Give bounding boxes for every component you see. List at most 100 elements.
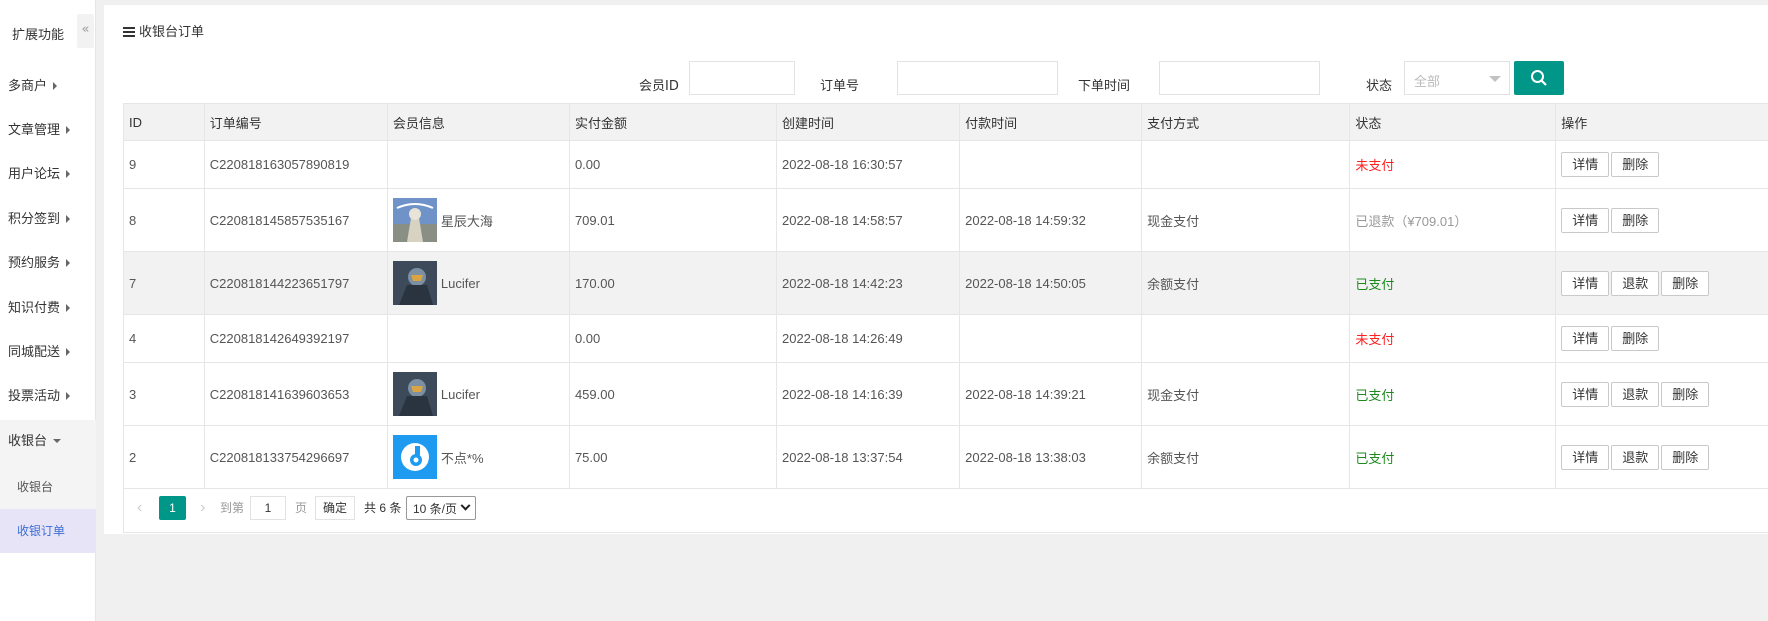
refund-button[interactable]: 退款 <box>1611 270 1660 296</box>
cell-actions: 详情 退款 删除 <box>1555 425 1768 489</box>
detail-button[interactable]: 详情 <box>1561 207 1610 233</box>
search-button[interactable] <box>1514 61 1564 95</box>
cell-id: 8 <box>123 188 205 252</box>
status-badge: 已支付 <box>1355 387 1395 403</box>
cell-created: 2022-08-18 14:26:49 <box>775 314 961 363</box>
sidebar-item-points-checkin[interactable]: 积分签到 <box>0 198 96 242</box>
delete-button[interactable]: 删除 <box>1611 326 1660 351</box>
cell-id: 3 <box>123 362 205 426</box>
prev-page-icon[interactable]: ‹ <box>137 496 142 520</box>
cell-order-no: C220818144223651797 <box>203 251 388 315</box>
cell-pay-method: 余额支付 <box>1141 425 1351 489</box>
detail-button[interactable]: 详情 <box>1561 270 1610 296</box>
cell-pay-method: 现金支付 <box>1141 362 1351 426</box>
cell-status: 已退款（¥709.01） <box>1349 188 1557 252</box>
next-page-icon[interactable]: › <box>200 496 205 520</box>
refund-button[interactable]: 退款 <box>1611 444 1660 470</box>
cell-actions: 详情 退款 删除 <box>1555 251 1768 315</box>
cell-created: 2022-08-18 13:37:54 <box>775 425 961 489</box>
table-row: 2 C220818133754296697 不点*% 75.00 2022-08… <box>123 425 1768 489</box>
table-row: 9 C220818163057890819 0.00 2022-08-18 16… <box>123 140 1768 189</box>
collapse-sidebar-icon[interactable]: « <box>77 14 94 48</box>
sidebar-item-voting[interactable]: 投票活动 <box>0 375 96 419</box>
cell-created: 2022-08-18 14:16:39 <box>775 362 961 426</box>
header-id: ID <box>123 103 205 141</box>
cell-order-no: C220818142649392197 <box>203 314 388 363</box>
cell-amount: 0.00 <box>568 314 777 363</box>
sidebar-item-paid-knowledge[interactable]: 知识付费 <box>0 287 96 331</box>
current-page[interactable]: 1 <box>159 496 186 520</box>
search-icon <box>1531 70 1547 86</box>
avatar <box>392 261 437 305</box>
cell-status: 未支付 <box>1349 140 1557 189</box>
sidebar-item-booking[interactable]: 预约服务 <box>0 242 96 286</box>
delete-button[interactable]: 删除 <box>1661 270 1710 296</box>
pagination: ‹ 1 › 到第 页 确定 共 6 条 10 条/页 <box>123 488 1768 533</box>
sidebar-item-multi-merchant[interactable]: 多商户 <box>0 65 96 109</box>
header-order-no: 订单编号 <box>203 103 388 141</box>
order-no-input[interactable] <box>897 61 1058 95</box>
page-label: 页 <box>295 501 308 515</box>
cell-created: 2022-08-18 16:30:57 <box>775 140 961 189</box>
cell-amount: 709.01 <box>568 188 777 252</box>
status-label: 状态 <box>1366 79 1393 94</box>
sidebar-group-cashier: 收银台 收银台 收银订单 <box>0 420 96 553</box>
delete-button[interactable]: 删除 <box>1611 207 1660 233</box>
sidebar-item-local-delivery[interactable]: 同城配送 <box>0 331 96 375</box>
order-time-label: 下单时间 <box>1078 79 1131 94</box>
caret-right-icon <box>66 392 71 400</box>
delete-button[interactable]: 删除 <box>1661 444 1710 470</box>
cell-actions: 详情 删除 <box>1555 188 1768 252</box>
sidebar-item-label: 用户论坛 <box>8 167 61 182</box>
delete-button[interactable]: 删除 <box>1611 152 1660 177</box>
cell-member <box>386 314 570 363</box>
sidebar-item-articles[interactable]: 文章管理 <box>0 109 96 153</box>
sidebar-item-label: 积分签到 <box>8 212 61 227</box>
status-select-value: 全部 <box>1414 75 1441 90</box>
detail-button[interactable]: 详情 <box>1561 152 1610 177</box>
member-name: 星辰大海 <box>440 213 493 229</box>
detail-button[interactable]: 详情 <box>1561 444 1610 470</box>
cell-amount: 75.00 <box>568 425 777 489</box>
table-row: 7 C220818144223651797 Lucifer 170.00 202… <box>123 251 1768 315</box>
table-row: 3 C220818141639603653 Lucifer 459.00 202… <box>123 362 1768 426</box>
sidebar-subitem-cashier-orders[interactable]: 收银订单 <box>0 509 96 553</box>
list-icon <box>123 27 135 37</box>
goto-page-input[interactable] <box>250 496 286 520</box>
header-actions: 操作 <box>1555 103 1768 141</box>
cell-status: 已支付 <box>1349 362 1557 426</box>
delete-button[interactable]: 删除 <box>1661 381 1710 407</box>
refund-button[interactable]: 退款 <box>1611 381 1660 407</box>
member-id-label: 会员ID <box>639 79 679 94</box>
member-id-input[interactable] <box>689 61 795 95</box>
sidebar-item-label: 投票活动 <box>8 389 61 404</box>
sidebar-item-cashier[interactable]: 收银台 <box>0 420 96 464</box>
footer-area <box>96 534 1768 621</box>
status-badge: 已退款（¥709.01） <box>1355 213 1468 229</box>
cell-actions: 详情 退款 删除 <box>1555 362 1768 426</box>
header-amount: 实付金额 <box>568 103 777 141</box>
cell-amount: 0.00 <box>568 140 777 189</box>
page-size-value: 10 条/页 <box>413 502 458 516</box>
sidebar-title: 扩展功能 <box>12 28 65 43</box>
page-size-select[interactable]: 10 条/页 <box>406 496 476 520</box>
sidebar-item-forum[interactable]: 用户论坛 <box>0 153 96 197</box>
detail-button[interactable]: 详情 <box>1561 381 1610 407</box>
confirm-button[interactable]: 确定 <box>315 496 355 520</box>
sidebar-subitem-label: 收银台 <box>17 480 54 494</box>
sidebar-item-label: 收银台 <box>8 434 48 449</box>
status-select[interactable]: 全部 <box>1404 61 1510 95</box>
cell-paid <box>959 314 1143 363</box>
avatar <box>392 198 437 242</box>
main-panel: 收银台订单 会员ID 订单号 下单时间 状态 全部 ID 订单编号 会员信息 实… <box>104 5 1768 534</box>
cell-paid: 2022-08-18 14:50:05 <box>959 251 1143 315</box>
avatar <box>392 372 437 416</box>
cell-amount: 170.00 <box>568 251 777 315</box>
sidebar-subitem-cashier[interactable]: 收银台 <box>0 465 96 509</box>
cell-member: Lucifer <box>386 251 570 315</box>
order-time-input[interactable] <box>1159 61 1320 95</box>
detail-button[interactable]: 详情 <box>1561 326 1610 351</box>
cell-paid: 2022-08-18 13:38:03 <box>959 425 1143 489</box>
cell-status: 已支付 <box>1349 251 1557 315</box>
sidebar-item-label: 同城配送 <box>8 345 61 360</box>
